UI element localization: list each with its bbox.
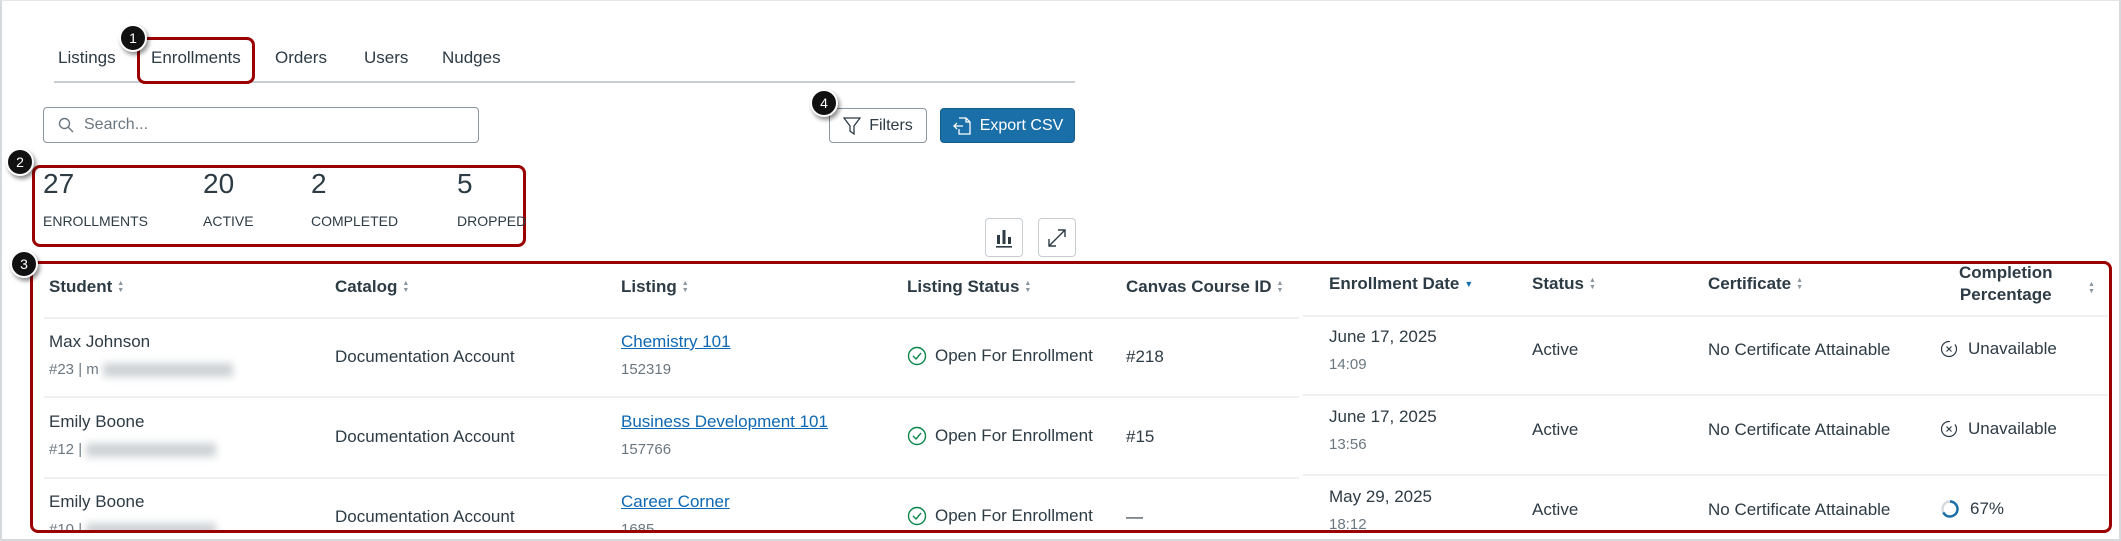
stat-dropped-label: DROPPED [457, 213, 527, 229]
stat-completed-value: 2 [311, 168, 327, 199]
search-icon [58, 117, 74, 133]
callout-box-stats [32, 165, 526, 247]
stat-active-label: ACTIVE [203, 213, 254, 229]
tab-listings[interactable]: Listings [58, 48, 116, 68]
export-icon [952, 116, 971, 135]
filter-icon [843, 116, 862, 135]
callout-badge-2: 2 [6, 148, 34, 176]
tab-nudges[interactable]: Nudges [442, 48, 501, 68]
stat-dropped-value: 5 [457, 168, 473, 199]
stat-enrollments-label: ENROLLMENTS [43, 213, 149, 229]
chart-view-button[interactable] [985, 218, 1023, 257]
export-csv-button[interactable]: Export CSV [940, 108, 1075, 143]
search-input[interactable]: Search... [43, 107, 479, 143]
callout-badge-4: 4 [810, 89, 838, 117]
callout-box-table [30, 261, 2112, 533]
callout-badge-1: 1 [119, 24, 147, 52]
export-csv-label: Export CSV [979, 116, 1064, 134]
stat-enrollments-value: 27 [43, 168, 75, 199]
tab-orders[interactable]: Orders [275, 48, 327, 68]
expand-button[interactable] [1038, 218, 1076, 257]
callout-box-tabs [137, 37, 255, 84]
stat-active-value: 20 [203, 168, 235, 199]
stat-completed-label: COMPLETED [311, 213, 399, 229]
search-placeholder: Search... [84, 116, 149, 133]
filters-button[interactable]: Filters [829, 108, 927, 143]
callout-badge-3: 3 [10, 250, 38, 278]
expand-icon [1048, 228, 1066, 247]
filters-label: Filters [869, 116, 913, 134]
bar-chart-icon [996, 229, 1012, 248]
tab-users[interactable]: Users [364, 48, 408, 68]
